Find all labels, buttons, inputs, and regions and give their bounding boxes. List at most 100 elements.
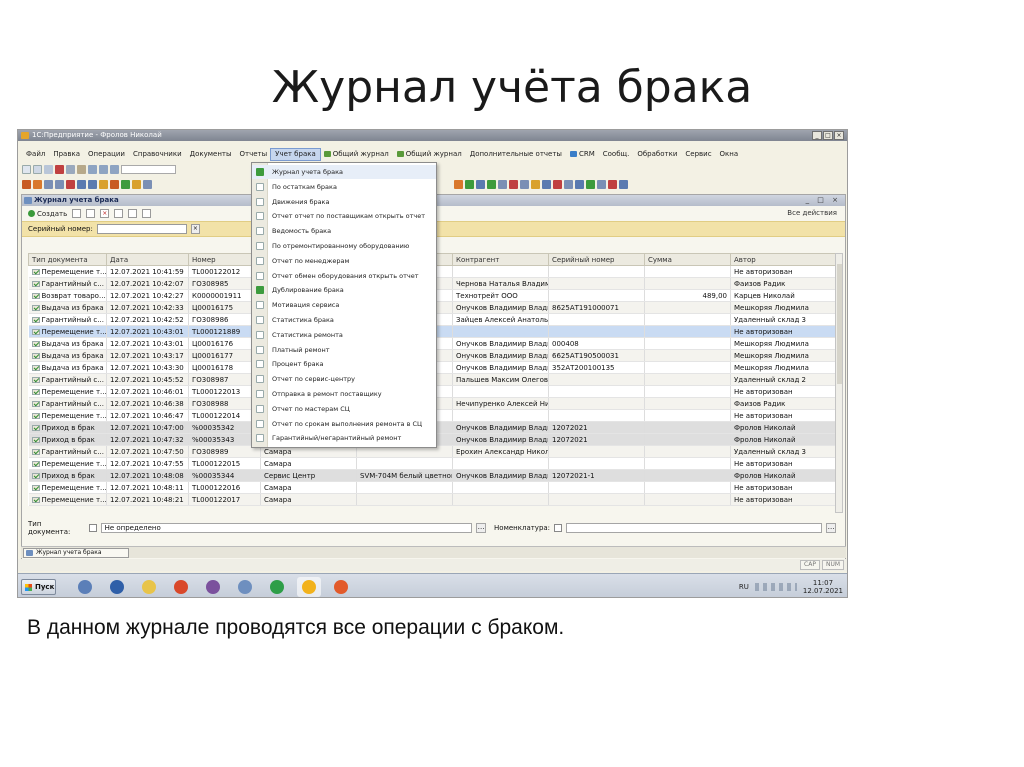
dropdown-item-13[interactable]: Процент брака xyxy=(252,357,436,371)
report-icon[interactable] xyxy=(33,179,42,189)
dropdown-item-2[interactable]: Движения брака xyxy=(252,195,436,209)
star-icon[interactable] xyxy=(531,179,540,189)
serial-filter-input[interactable] xyxy=(96,224,187,234)
redo-icon[interactable] xyxy=(110,164,119,174)
taskbar-app-mail[interactable] xyxy=(233,577,257,597)
dropdown-item-1[interactable]: По остаткам брака xyxy=(252,180,436,194)
calendar-icon[interactable] xyxy=(564,179,573,189)
nomenclature-field[interactable] xyxy=(565,523,823,533)
journal-icon[interactable] xyxy=(22,179,31,189)
start-button[interactable]: Пуск xyxy=(21,579,56,595)
filter-icon[interactable] xyxy=(476,179,485,189)
taskbar-app-viber[interactable] xyxy=(201,577,225,597)
scrollbar-thumb[interactable] xyxy=(837,264,842,384)
table-row[interactable]: Перемещение т... 12.07.2021 10:47:55 TL000… xyxy=(28,457,837,470)
taskbar-app-chrome[interactable] xyxy=(169,577,193,597)
menu-item-3[interactable]: Справочники xyxy=(129,149,186,160)
open-file-icon[interactable] xyxy=(33,164,42,174)
settings-icon[interactable] xyxy=(110,179,119,189)
export-icon[interactable] xyxy=(498,179,507,189)
menu-item-13[interactable]: Сервис xyxy=(681,149,715,160)
create-button[interactable]: Создать xyxy=(28,210,67,218)
journal-window-controls[interactable]: _ □ × xyxy=(806,195,841,206)
calc-icon[interactable] xyxy=(99,179,108,189)
play-icon[interactable] xyxy=(586,179,595,189)
language-indicator[interactable]: RU xyxy=(739,583,749,591)
dropdown-item-8[interactable]: Дублирование брака xyxy=(252,283,436,297)
dropdown-item-15[interactable]: Отправка в ремонт поставщику xyxy=(252,387,436,401)
undo-icon[interactable] xyxy=(99,164,108,174)
menu-item-11[interactable]: Сообщ. xyxy=(599,149,634,160)
minimize-button[interactable]: _ xyxy=(812,131,822,140)
dropdown-item-10[interactable]: Статистика брака xyxy=(252,313,436,327)
dropdown-item-4[interactable]: Ведомость брака xyxy=(252,224,436,238)
more-icon[interactable] xyxy=(619,179,628,189)
menu-item-12[interactable]: Обработки xyxy=(633,149,681,160)
folder-icon[interactable] xyxy=(132,179,141,189)
print-icon[interactable] xyxy=(520,179,529,189)
stop-icon[interactable] xyxy=(608,179,617,189)
green-icon[interactable] xyxy=(121,179,130,189)
user-icon[interactable] xyxy=(575,179,584,189)
taskbar-app-powershell[interactable] xyxy=(105,577,129,597)
document-icon[interactable] xyxy=(44,179,53,189)
column-header[interactable]: Серийный номер xyxy=(548,253,645,266)
dropdown-item-11[interactable]: Статистика ремонта xyxy=(252,328,436,342)
refresh-icon[interactable] xyxy=(114,209,124,218)
stock-icon[interactable] xyxy=(66,179,75,189)
info-icon[interactable] xyxy=(597,179,606,189)
doc-type-select-button[interactable]: … xyxy=(476,523,487,533)
copy-icon[interactable] xyxy=(72,209,82,218)
save-icon[interactable] xyxy=(44,164,53,174)
dropdown-item-12[interactable]: Платный ремонт xyxy=(252,343,436,357)
menu-item-0[interactable]: Файл xyxy=(22,149,49,160)
menu-item-9[interactable]: Дополнительные отчеты xyxy=(466,149,566,160)
cut-icon[interactable] xyxy=(55,164,64,174)
nomenclature-checkbox[interactable] xyxy=(554,524,562,532)
dropdown-item-9[interactable]: Мотивация сервиса xyxy=(252,298,436,312)
clock[interactable]: 11:07 12.07.2021 xyxy=(803,579,843,595)
menu-item-5[interactable]: Отчеты xyxy=(236,149,272,160)
taskbar-app-network[interactable] xyxy=(265,577,289,597)
clear-icon[interactable]: × xyxy=(190,224,200,234)
menu-item-14[interactable]: Окна xyxy=(716,149,743,160)
paste-icon[interactable] xyxy=(77,164,86,174)
check-icon[interactable] xyxy=(465,179,474,189)
dropdown-item-16[interactable]: Отчет по мастерам СЦ xyxy=(252,402,436,416)
delete-icon[interactable] xyxy=(509,179,518,189)
column-header[interactable]: Дата xyxy=(106,253,189,266)
table-row[interactable]: Перемещение т... 12.07.2021 10:48:11 TL000… xyxy=(28,481,837,494)
table-row[interactable]: Приход в брак 12.07.2021 10:48:08 %0003534… xyxy=(28,469,837,482)
menu-item-7[interactable]: Общий журнал xyxy=(320,149,393,160)
tray-icons[interactable] xyxy=(754,583,797,591)
dropdown-item-6[interactable]: Отчет по менеджерам xyxy=(252,254,436,268)
vertical-scrollbar[interactable] xyxy=(835,253,843,513)
list-icon[interactable] xyxy=(143,179,152,189)
dropdown-item-17[interactable]: Отчет по срокам выполнения ремонта в СЦ xyxy=(252,417,436,431)
menu-item-6[interactable]: Учет брака xyxy=(270,147,321,161)
mail-icon[interactable] xyxy=(542,179,551,189)
dropdown-item-7[interactable]: Отчет обмен оборудования открыть отчет xyxy=(252,269,436,283)
menu-item-1[interactable]: Правка xyxy=(49,149,84,160)
dropdown-item-3[interactable]: Отчет отчет по поставщикам открыть отчет xyxy=(252,209,436,223)
doc-type-checkbox[interactable] xyxy=(88,524,97,532)
all-actions-menu[interactable]: Все действия xyxy=(787,209,837,217)
sort-icon[interactable] xyxy=(77,179,86,189)
column-header[interactable]: Тип документа xyxy=(28,253,107,266)
table-icon[interactable] xyxy=(88,179,97,189)
column-header[interactable]: Сумма xyxy=(644,253,731,266)
filter-icon[interactable] xyxy=(128,209,138,218)
flag-icon[interactable] xyxy=(553,179,562,189)
table-row[interactable]: Перемещение т... 12.07.2021 10:48:21 TL000… xyxy=(28,493,837,506)
maximize-button[interactable]: □ xyxy=(823,131,833,140)
print-icon[interactable] xyxy=(88,164,97,174)
dropdown-item-14[interactable]: Отчет по сервис-центру xyxy=(252,372,436,386)
taskbar-app-1c[interactable] xyxy=(297,577,321,597)
menu-item-4[interactable]: Документы xyxy=(186,149,236,160)
close-button[interactable]: × xyxy=(834,131,844,140)
edit-icon[interactable] xyxy=(86,209,96,218)
dropdown-item-18[interactable]: Гарантийный/негарантийный ремонт xyxy=(252,431,436,445)
refresh-icon[interactable] xyxy=(487,179,496,189)
delete-icon[interactable]: × xyxy=(100,209,110,218)
column-header[interactable]: Автор xyxy=(730,253,837,266)
